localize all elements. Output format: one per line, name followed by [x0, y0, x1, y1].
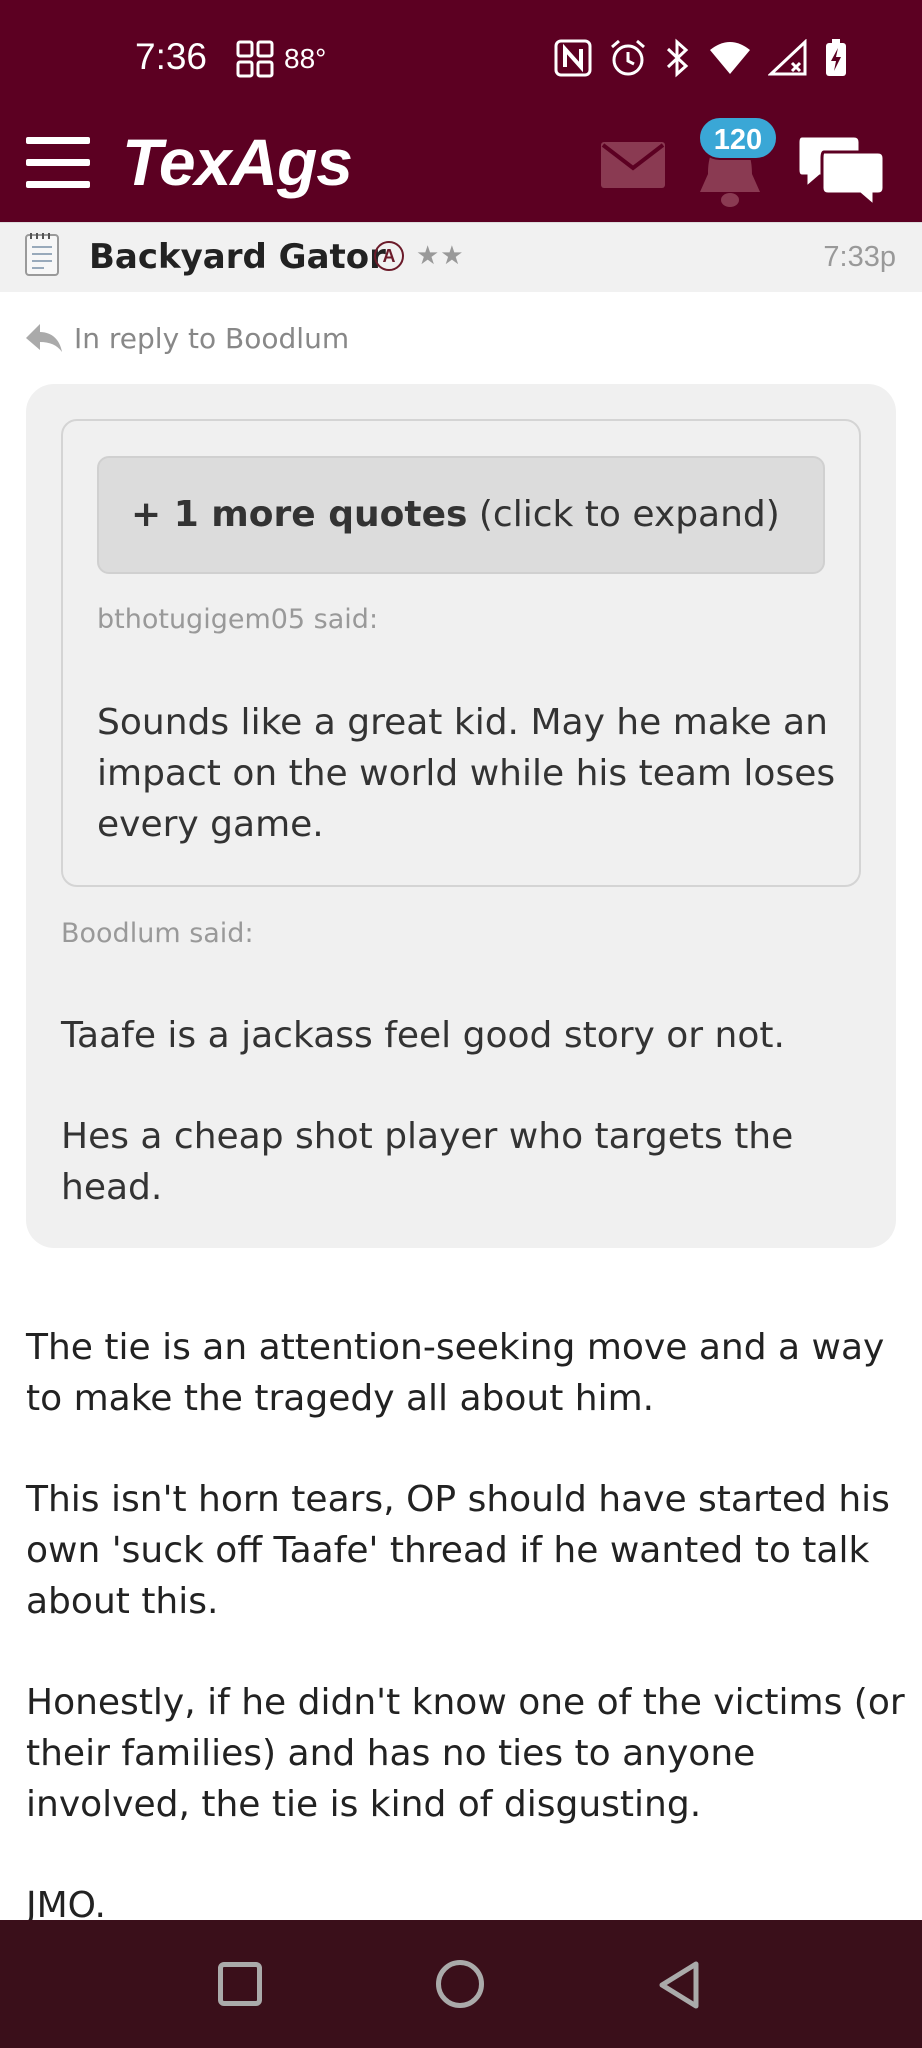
reply-arrow-icon	[26, 324, 62, 352]
alarm-icon	[611, 39, 645, 76]
rank-badge: A	[374, 241, 404, 271]
in-reply-to-link[interactable]: In reply to Boodlum	[24, 318, 349, 358]
grid-icon	[236, 40, 274, 78]
home-button[interactable]	[436, 1960, 484, 2008]
menu-icon-bar	[26, 181, 90, 188]
notepad-icon[interactable]	[24, 231, 60, 277]
app-header: TexAgs 120	[0, 112, 922, 222]
in-reply-to-text: In reply to Boodlum	[74, 321, 350, 355]
nested-quote-text: Sounds like a great kid. May he make an …	[97, 702, 836, 845]
nested-quote-author: bthotugigem05 said:	[97, 604, 379, 635]
expand-quotes-button[interactable]: + 1 more quotes (click to expand)	[97, 456, 825, 574]
post-time: 7:33p	[823, 241, 896, 273]
mail-icon[interactable]	[601, 142, 665, 188]
texags-logo[interactable]: TexAgs	[122, 124, 353, 200]
post-body: The tie is an attention-seeking move and…	[26, 1322, 906, 1981]
status-right-icons	[554, 38, 848, 78]
wifi-icon	[710, 42, 750, 74]
signal-icon	[768, 39, 807, 76]
status-time: 7:36	[135, 36, 208, 77]
quote-paragraph: Hes a cheap shot player who targets the …	[61, 1116, 794, 1208]
quote-paragraph: Taafe is a jackass feel good story or no…	[61, 1015, 785, 1056]
post-author[interactable]: Backyard Gator	[89, 237, 386, 277]
post-paragraph: This isn't horn tears, OP should have st…	[26, 1479, 890, 1622]
menu-icon-bar	[26, 137, 90, 144]
expand-quotes-hint: (click to expand)	[467, 494, 780, 535]
quote-text: Taafe is a jackass feel good story or no…	[61, 1010, 861, 1263]
expand-quotes-count: + 1 more quotes	[131, 494, 468, 535]
menu-button[interactable]	[26, 137, 90, 189]
user-stars: ★★	[416, 241, 465, 271]
system-navigation-bar	[0, 1920, 922, 2048]
status-temperature: 88°	[284, 43, 327, 74]
battery-charging-icon	[826, 39, 846, 76]
status-bar: 7:36 88°	[0, 0, 922, 112]
chat-icon[interactable]	[798, 130, 884, 210]
bluetooth-icon	[666, 38, 689, 78]
post-header: Backyard Gator A ★★ 7:33p	[0, 222, 922, 292]
back-button[interactable]	[656, 1960, 704, 2010]
recent-apps-button[interactable]	[218, 1962, 262, 2006]
quote-author: Boodlum said:	[61, 918, 254, 949]
status-left-icons: 88°	[236, 40, 326, 78]
menu-icon-bar	[26, 159, 90, 166]
post-paragraph: Honestly, if he didn't know one of the v…	[26, 1682, 905, 1825]
post-paragraph: The tie is an attention-seeking move and…	[26, 1327, 885, 1419]
notification-count-badge: 120	[698, 116, 778, 160]
nfc-icon	[554, 39, 592, 77]
